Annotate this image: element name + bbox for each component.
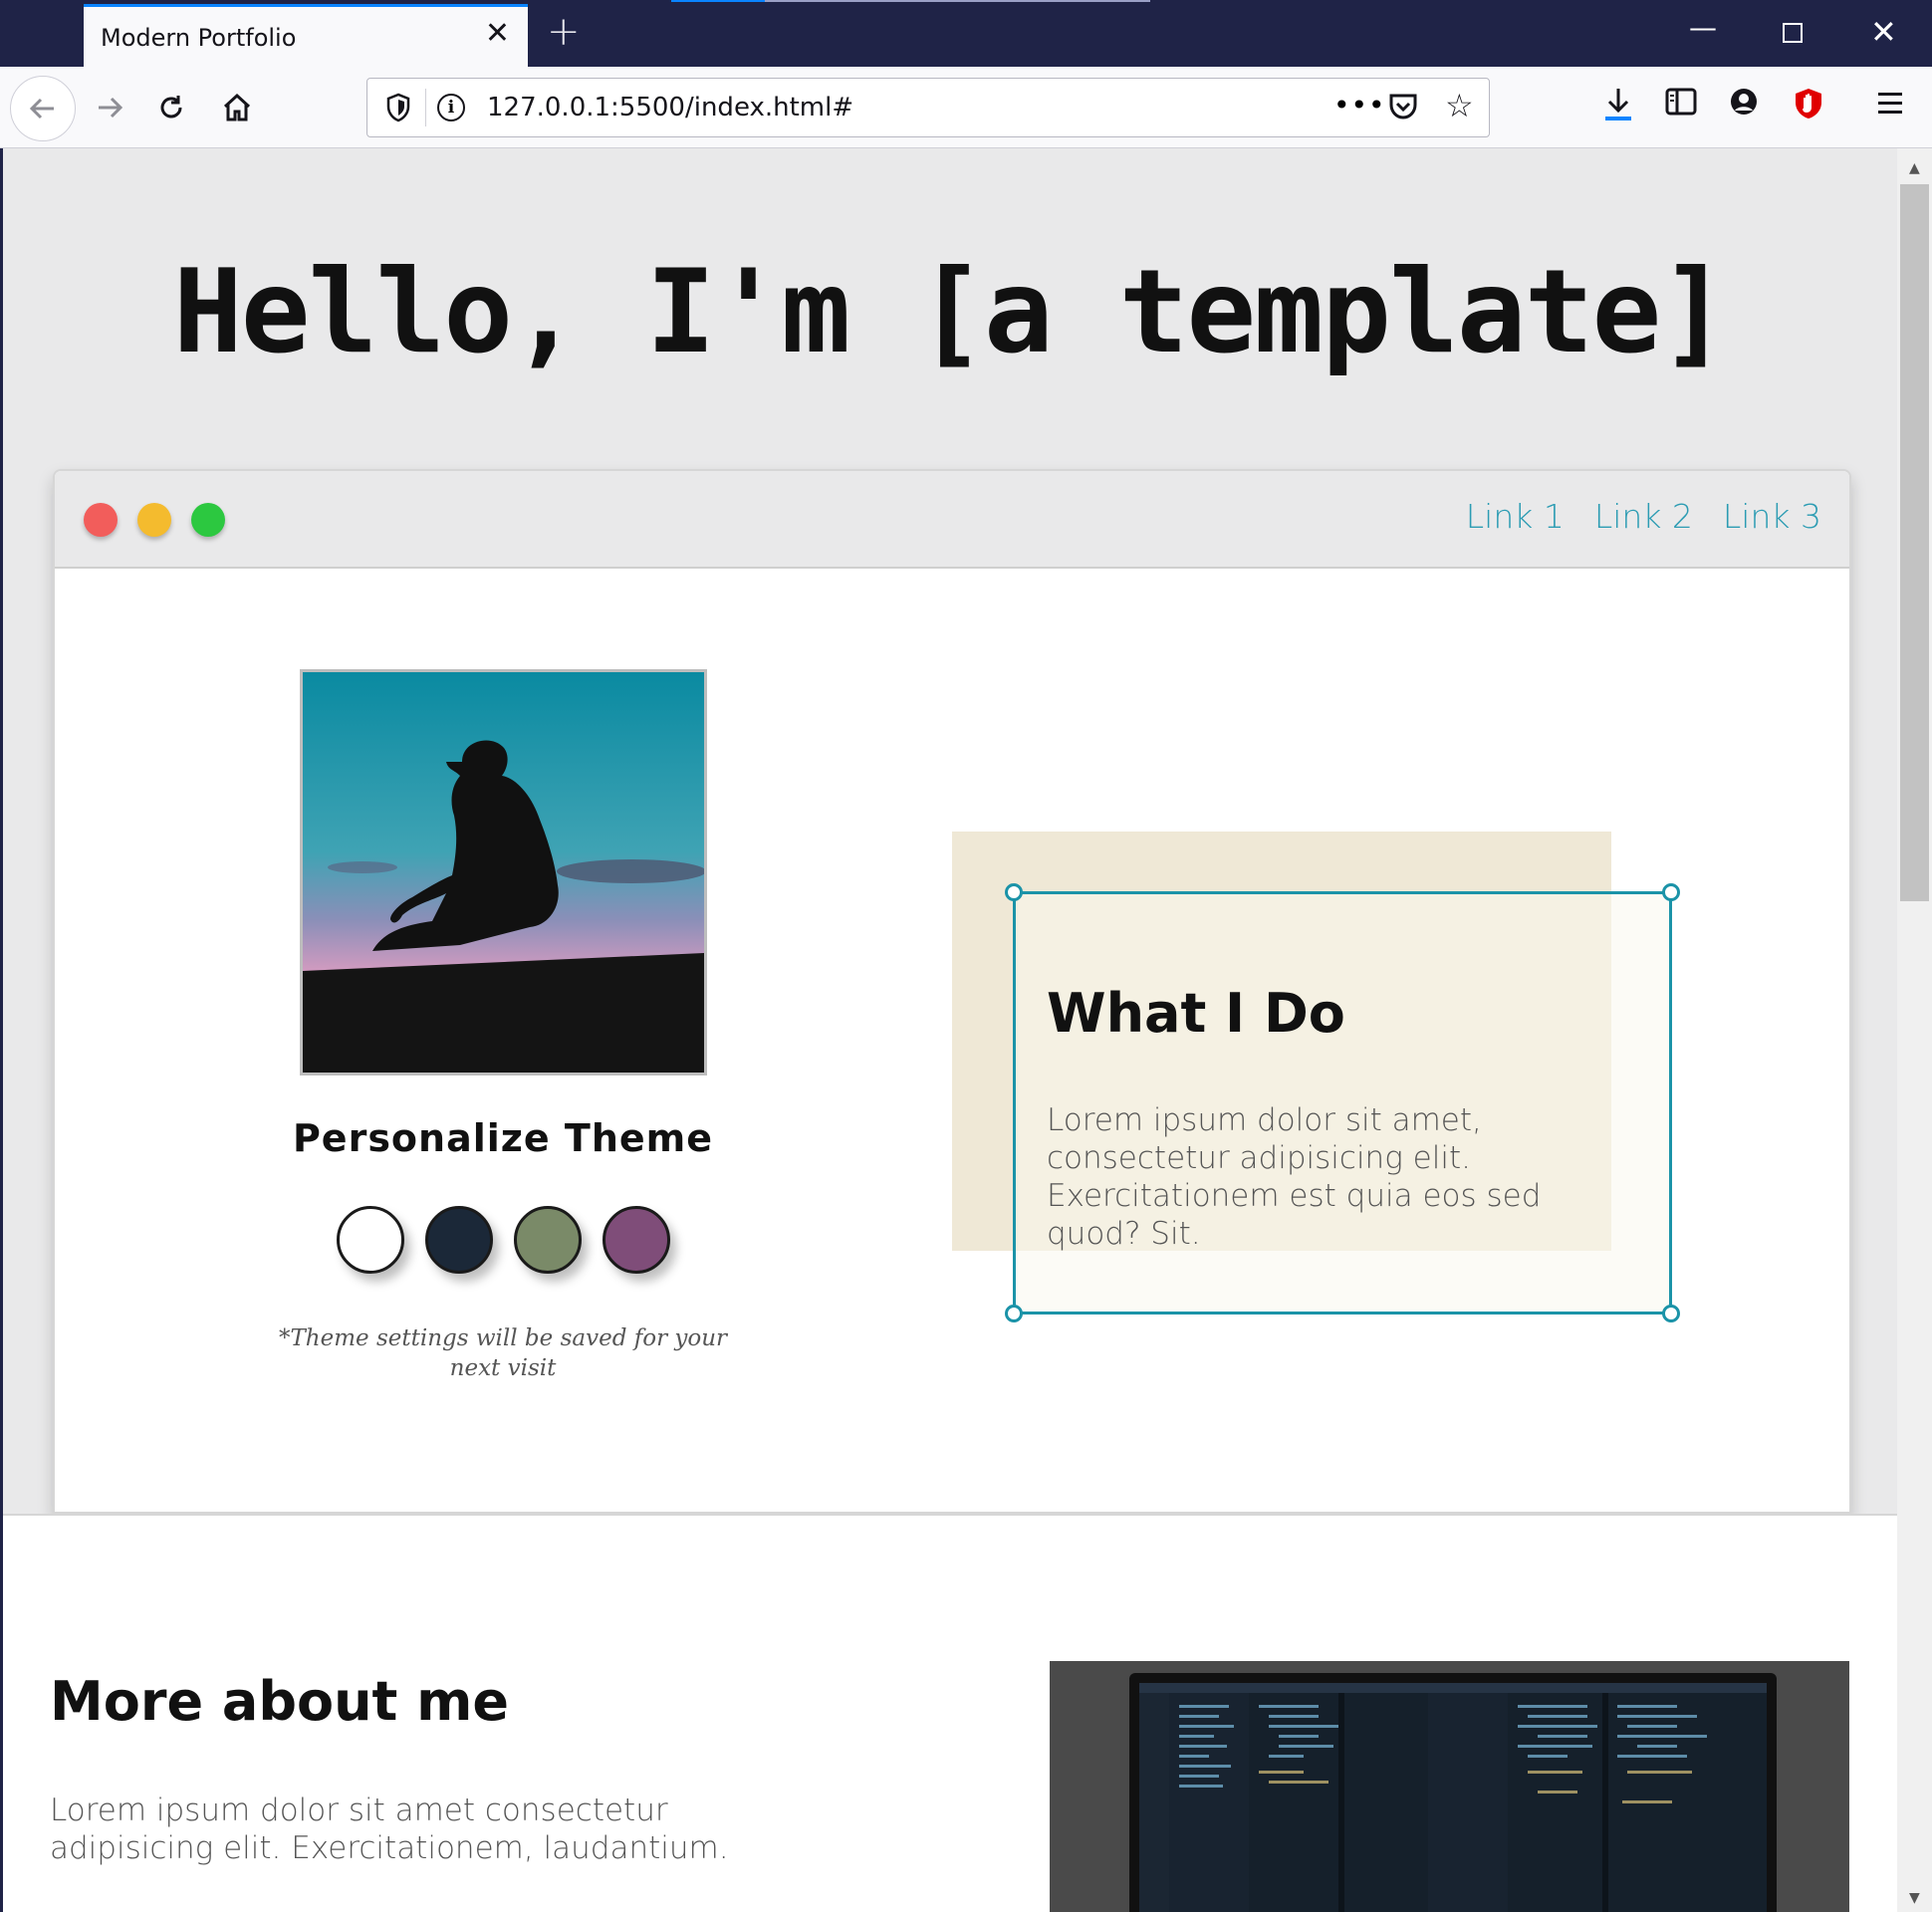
scroll-thumb[interactable] [1900,184,1929,901]
resize-handle-bottom-right [1662,1305,1680,1322]
about-title: More about me [50,1670,510,1733]
mock-window-nav: Link 1 Link 2 Link 3 [1466,497,1821,536]
reload-button[interactable] [149,67,193,148]
bookmark-star-icon[interactable]: ☆ [1445,87,1474,124]
account-icon[interactable] [1729,87,1759,120]
nav-link-3[interactable]: Link 3 [1723,497,1821,536]
what-i-do-title: What I Do [1047,982,1345,1045]
nav-link-2[interactable]: Link 2 [1594,497,1693,536]
resize-handle-top-left [1005,883,1023,901]
resize-handle-top-right [1662,883,1680,901]
page-viewport: Hello, I'm [a template] Link 1 Link 2 Li… [3,148,1897,1912]
arrow-right-icon [99,97,123,119]
code-monitor-photo [1050,1661,1849,1912]
back-button[interactable] [10,76,76,141]
home-icon [223,93,251,121]
tab-loading-indicator [671,0,765,2]
page-actions-icon[interactable]: ••• [1333,89,1386,121]
library-sidebar-icon[interactable] [1665,87,1697,120]
close-tab-icon[interactable]: ✕ [485,19,510,49]
page-scrollbar[interactable]: ▲ ▼ [1897,148,1932,1912]
mock-window-titlebar: Link 1 Link 2 Link 3 [55,471,1849,569]
hamburger-menu-icon[interactable] [1878,93,1902,120]
scroll-up-icon[interactable]: ▲ [1909,160,1920,176]
mock-window: Link 1 Link 2 Link 3 Personalize Theme *… [53,469,1851,1514]
new-tab-icon[interactable]: + [547,12,581,52]
minimize-icon[interactable]: — [1689,14,1717,42]
tab-loading-track [765,0,1150,2]
theme-swatch-light[interactable] [337,1206,404,1274]
window-dot-red [84,503,118,537]
forward-button[interactable] [88,67,131,148]
personalize-theme-title: Personalize Theme [292,1116,714,1160]
window-dot-green [191,503,225,537]
url-text[interactable]: 127.0.0.1:5500/index.html# [487,93,853,122]
theme-swatches [337,1206,670,1274]
address-bar[interactable]: i 127.0.0.1:5500/index.html# ••• ☆ [366,78,1490,137]
tracking-protection-shield-icon[interactable] [385,93,411,126]
monitor-image [1050,1661,1849,1912]
what-i-do-card: What I Do Lorem ipsum dolor sit amet, co… [1005,883,1680,1322]
arrow-left-icon [29,98,54,120]
about-text: Lorem ipsum dolor sit amet consectetur a… [50,1792,729,1866]
browser-tab[interactable]: Modern Portfolio ✕ [84,4,528,67]
resize-handle-bottom-left [1005,1305,1023,1322]
maximize-icon[interactable] [1783,23,1803,43]
theme-swatch-green[interactable] [514,1206,582,1274]
downloads-icon[interactable] [1603,87,1633,126]
ublock-shield-icon[interactable] [1793,87,1824,124]
pocket-icon[interactable] [1387,92,1419,125]
hero-title: Hello, I'm [a template] [172,245,1729,379]
browser-titlebar: Modern Portfolio ✕ + — ✕ [0,0,1932,67]
close-window-icon[interactable]: ✕ [1870,16,1897,48]
silhouette-image [303,672,704,1073]
theme-settings-note: *Theme settings will be saved for your n… [278,1325,728,1381]
profile-photo [300,669,707,1076]
window-dot-yellow [137,503,171,537]
site-info-icon[interactable]: i [437,94,465,121]
about-section: More about me Lorem ipsum dolor sit amet… [3,1514,1897,1912]
nav-link-1[interactable]: Link 1 [1466,497,1565,536]
what-i-do-text: Lorem ipsum dolor sit amet, consectetur … [1047,1102,1542,1252]
browser-toolbar: i 127.0.0.1:5500/index.html# ••• ☆ [0,67,1932,148]
tab-title: Modern Portfolio [101,24,297,52]
theme-swatch-dark[interactable] [425,1206,493,1274]
home-button[interactable] [215,67,259,148]
theme-swatch-purple[interactable] [603,1206,670,1274]
reload-icon [160,96,182,119]
scroll-down-icon[interactable]: ▼ [1909,1890,1920,1906]
url-separator [425,89,426,126]
